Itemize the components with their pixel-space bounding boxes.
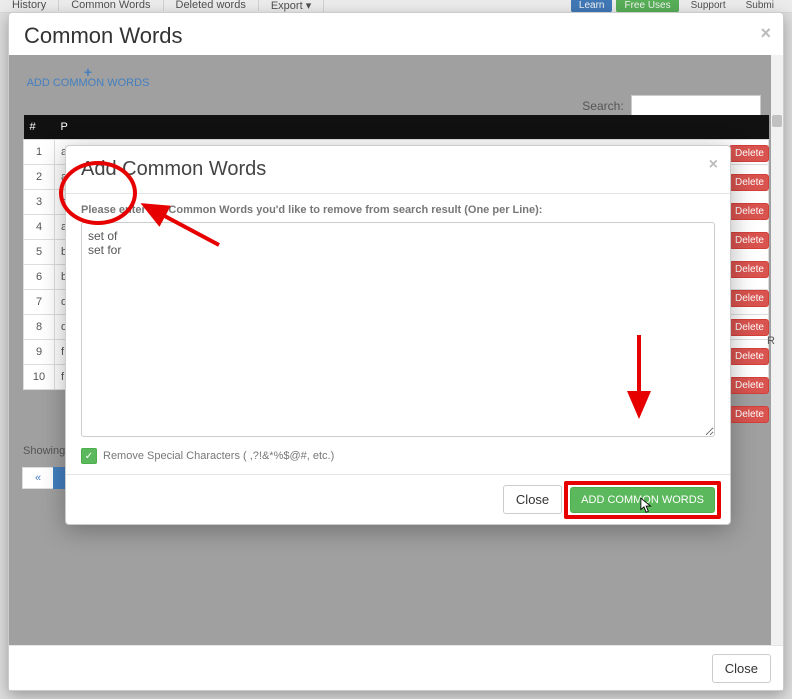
- outer-close-button[interactable]: Close: [712, 654, 771, 683]
- inner-modal-title: Add Common Words: [81, 158, 715, 181]
- remove-special-chars-row[interactable]: ✓ Remove Special Characters ( ,?!&*%$@#,…: [81, 448, 715, 464]
- checkbox-checked-icon[interactable]: ✓: [81, 448, 97, 464]
- outer-modal-footer: Close: [9, 645, 783, 690]
- outer-modal-header: Common Words ×: [9, 13, 783, 58]
- add-common-words-modal: Add Common Words × Please enter the Comm…: [65, 145, 731, 525]
- inner-modal-header: Add Common Words ×: [66, 146, 730, 194]
- inner-modal-body: Please enter the Common Words you'd like…: [66, 194, 730, 474]
- inner-modal-close-icon[interactable]: ×: [709, 156, 718, 174]
- checkbox-label: Remove Special Characters ( ,?!&*%$@#, e…: [103, 450, 334, 462]
- outer-modal: Common Words × + ADD COMMON WORDS Search…: [8, 12, 784, 691]
- outer-modal-close-icon[interactable]: ×: [760, 23, 771, 44]
- common-words-textarea[interactable]: [81, 222, 715, 437]
- outer-modal-title: Common Words: [24, 23, 768, 49]
- inner-close-button[interactable]: Close: [503, 485, 562, 514]
- app-bg: History Common Words Deleted words Expor…: [0, 0, 792, 699]
- outer-modal-body: + ADD COMMON WORDS Search: # P 1a: [9, 55, 783, 645]
- textarea-label: Please enter the Common Words you'd like…: [81, 204, 715, 216]
- inner-modal-footer: Close ADD COMMON WORDS: [66, 474, 730, 524]
- cursor-icon: [640, 497, 654, 515]
